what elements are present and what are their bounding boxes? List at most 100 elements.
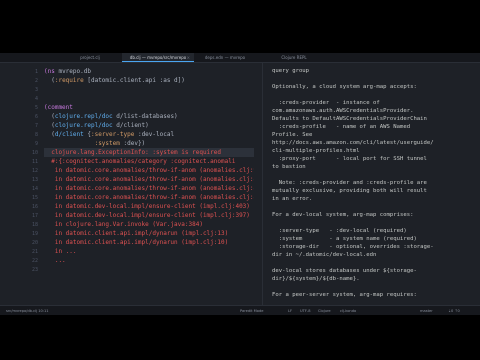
line-number: 10 — [31, 150, 38, 156]
line-number: 17 — [31, 213, 38, 219]
code-line[interactable]: :system :dev}) — [44, 139, 254, 148]
code-token: clojure.repl/doc — [54, 122, 113, 129]
code-line[interactable]: in datomic.core.anomalies/throw-if-anom … — [44, 184, 254, 193]
code-token: :dev — [119, 140, 138, 147]
tab-db-clj[interactable]: db.clj — mvrepo/src/mvrepo × — [122, 53, 194, 62]
code-token: { — [83, 131, 91, 138]
code-line[interactable]: (:require [datomic.client.api :as d]) — [44, 76, 254, 85]
line-number: 23 — [31, 267, 38, 273]
code-line[interactable] — [44, 85, 254, 94]
line-number: 5 — [34, 105, 38, 111]
code-line[interactable]: (d/client {:server-type :dev-local — [44, 130, 254, 139]
tab-repl[interactable]: Clojure REPL — [264, 53, 324, 62]
doc-line: in an error. — [272, 196, 313, 202]
code-token: #:{:cognitect.anomalies/category :cognit… — [44, 158, 236, 165]
code-line[interactable]: in datomic.core.anomalies/throw-if-anom … — [44, 166, 254, 175]
doc-line: dev-local stores databases under ${stora… — [272, 268, 417, 274]
code-token: in datomic.client.api.impl/dynarun (impl… — [44, 230, 229, 237]
status-encoding[interactable]: UTF-8 — [300, 306, 310, 315]
code-line[interactable]: in datomic.client.api.impl/dynarun (impl… — [44, 238, 254, 247]
code-token: ) — [181, 77, 185, 84]
code-line[interactable]: in datomic.client.api.impl/dynarun (impl… — [44, 229, 254, 238]
pane-divider[interactable] — [262, 63, 263, 305]
tab-bar: project.clj db.clj — mvrepo/src/mvrepo × … — [0, 53, 480, 63]
status-file[interactable]: src/mvrepo/db.clj 10:11 — [6, 306, 49, 315]
code-line[interactable]: in datomic.core.anomalies/throw-if-anom … — [44, 193, 254, 202]
code-line[interactable]: #:{:cognitect.anomalies/category :cognit… — [44, 157, 254, 166]
doc-line: Defaults to DefaultAWSCredentialsProvide… — [272, 116, 427, 122]
tab-project[interactable]: project.clj — [60, 53, 120, 62]
editor-window: project.clj db.clj — mvrepo/src/mvrepo × … — [0, 53, 480, 315]
status-linter[interactable]: clj-kondo — [340, 306, 356, 315]
code-token: in clojure.lang.Var.invoke (Var.java:384… — [44, 221, 203, 228]
doc-line: :creds-provider - instance of — [272, 100, 380, 106]
code-token: :server-type — [90, 131, 135, 138]
code-token: mvrepo.db — [58, 68, 91, 75]
documentation-pane[interactable]: query group Optionally, a cloud system ar… — [272, 63, 476, 305]
line-number-gutter: 1 2 3 4 5 6 7 8 9 10 11 12 13 14 15 16 17 18 19 20 21 22 23 — [0, 63, 44, 305]
code-line[interactable]: (comment — [44, 103, 254, 112]
doc-line: Profile. See — [272, 132, 313, 138]
code-line[interactable]: in ... — [44, 247, 254, 256]
doc-line: :proxy-port - local port for SSH tunnel — [272, 156, 427, 162]
code-line[interactable]: ... — [44, 256, 254, 265]
doc-line: http://docs.aws.amazon.com/cli/latest/us… — [272, 140, 434, 146]
line-number: 7 — [34, 123, 38, 129]
doc-line: For a dev-local system, arg-map comprise… — [272, 212, 414, 218]
code-token: ( — [44, 131, 55, 138]
doc-line: cli-multiple-profiles.html — [272, 148, 360, 154]
code-token: }) — [137, 140, 146, 147]
code-editor[interactable]: (ns mvrepo.db (:require [datomic.client.… — [44, 63, 254, 305]
line-number: 2 — [34, 78, 38, 84]
code-token: in datomic.dev-local.impl/ensure-client … — [44, 203, 250, 210]
line-number: 6 — [34, 114, 38, 120]
line-number: 15 — [31, 195, 38, 201]
code-token: (ns — [44, 68, 59, 75]
code-token: ( — [44, 122, 55, 129]
code-token: :dev-local — [134, 131, 175, 138]
status-mode[interactable]: Paredit Mode — [240, 306, 263, 315]
line-number: 3 — [34, 87, 38, 93]
line-number: 13 — [31, 177, 38, 183]
tab-label: deps.edn — mvrepo — [204, 55, 246, 60]
code-line[interactable]: in datomic.dev-local.impl/ensure-client … — [44, 202, 254, 211]
code-token: [datomic.client.api :as d] — [87, 77, 182, 84]
line-number: 16 — [31, 204, 38, 210]
code-line[interactable]: in datomic.dev-local.impl/ensure-client … — [44, 211, 254, 220]
tab-label: project.clj — [80, 55, 100, 60]
line-number: 14 — [31, 186, 38, 192]
status-sync[interactable]: ⇣0 ⇡0 — [448, 306, 460, 315]
code-token: in datomic.core.anomalies/throw-if-anom … — [44, 167, 254, 174]
code-token: clojure.lang.ExceptionInfo: :system is r… — [44, 149, 222, 156]
code-line[interactable]: (clojure.repl/doc d/client) — [44, 121, 254, 130]
line-number: 1 — [34, 69, 38, 75]
code-token: ... — [44, 257, 66, 264]
code-line[interactable]: (clojure.repl/doc d/list-databases) — [44, 112, 254, 121]
code-line[interactable]: in datomic.core.anomalies/throw-if-anom … — [44, 175, 254, 184]
line-number: 11 — [31, 159, 38, 165]
doc-line: mutually exclusive, providing both will … — [272, 188, 427, 194]
code-line[interactable] — [44, 94, 254, 103]
line-number: 22 — [31, 258, 38, 264]
status-grammar[interactable]: Clojure — [318, 306, 331, 315]
tab-deps[interactable]: deps.edn — mvrepo — [196, 53, 254, 62]
tab-label: db.clj — mvrepo/src/mvrepo — [129, 55, 187, 60]
code-token: :require — [54, 77, 88, 84]
code-line[interactable]: clojure.lang.ExceptionInfo: :system is r… — [44, 148, 254, 157]
code-token: in datomic.core.anomalies/throw-if-anom … — [44, 185, 254, 192]
doc-line: dir}/${system}/${db-name}. — [272, 276, 360, 282]
code-line[interactable] — [44, 265, 254, 274]
close-icon[interactable]: × — [187, 53, 190, 62]
status-branch[interactable]: master — [420, 306, 433, 315]
doc-line: Optionally, a cloud system arg-map accep… — [272, 84, 417, 90]
doc-line: :system - a system name (required) — [272, 236, 417, 242]
code-line[interactable]: (ns mvrepo.db — [44, 67, 254, 76]
line-number: 20 — [31, 240, 38, 246]
status-eol[interactable]: LF — [288, 306, 292, 315]
doc-line: to bastion — [272, 164, 306, 170]
doc-line: :storage-dir - optional, overrides :stor… — [272, 244, 434, 250]
code-token: in datomic.core.anomalies/throw-if-anom … — [44, 194, 254, 201]
code-token: in datomic.dev-local.impl/ensure-client … — [44, 212, 250, 219]
code-line[interactable]: in clojure.lang.Var.invoke (Var.java:384… — [44, 220, 254, 229]
